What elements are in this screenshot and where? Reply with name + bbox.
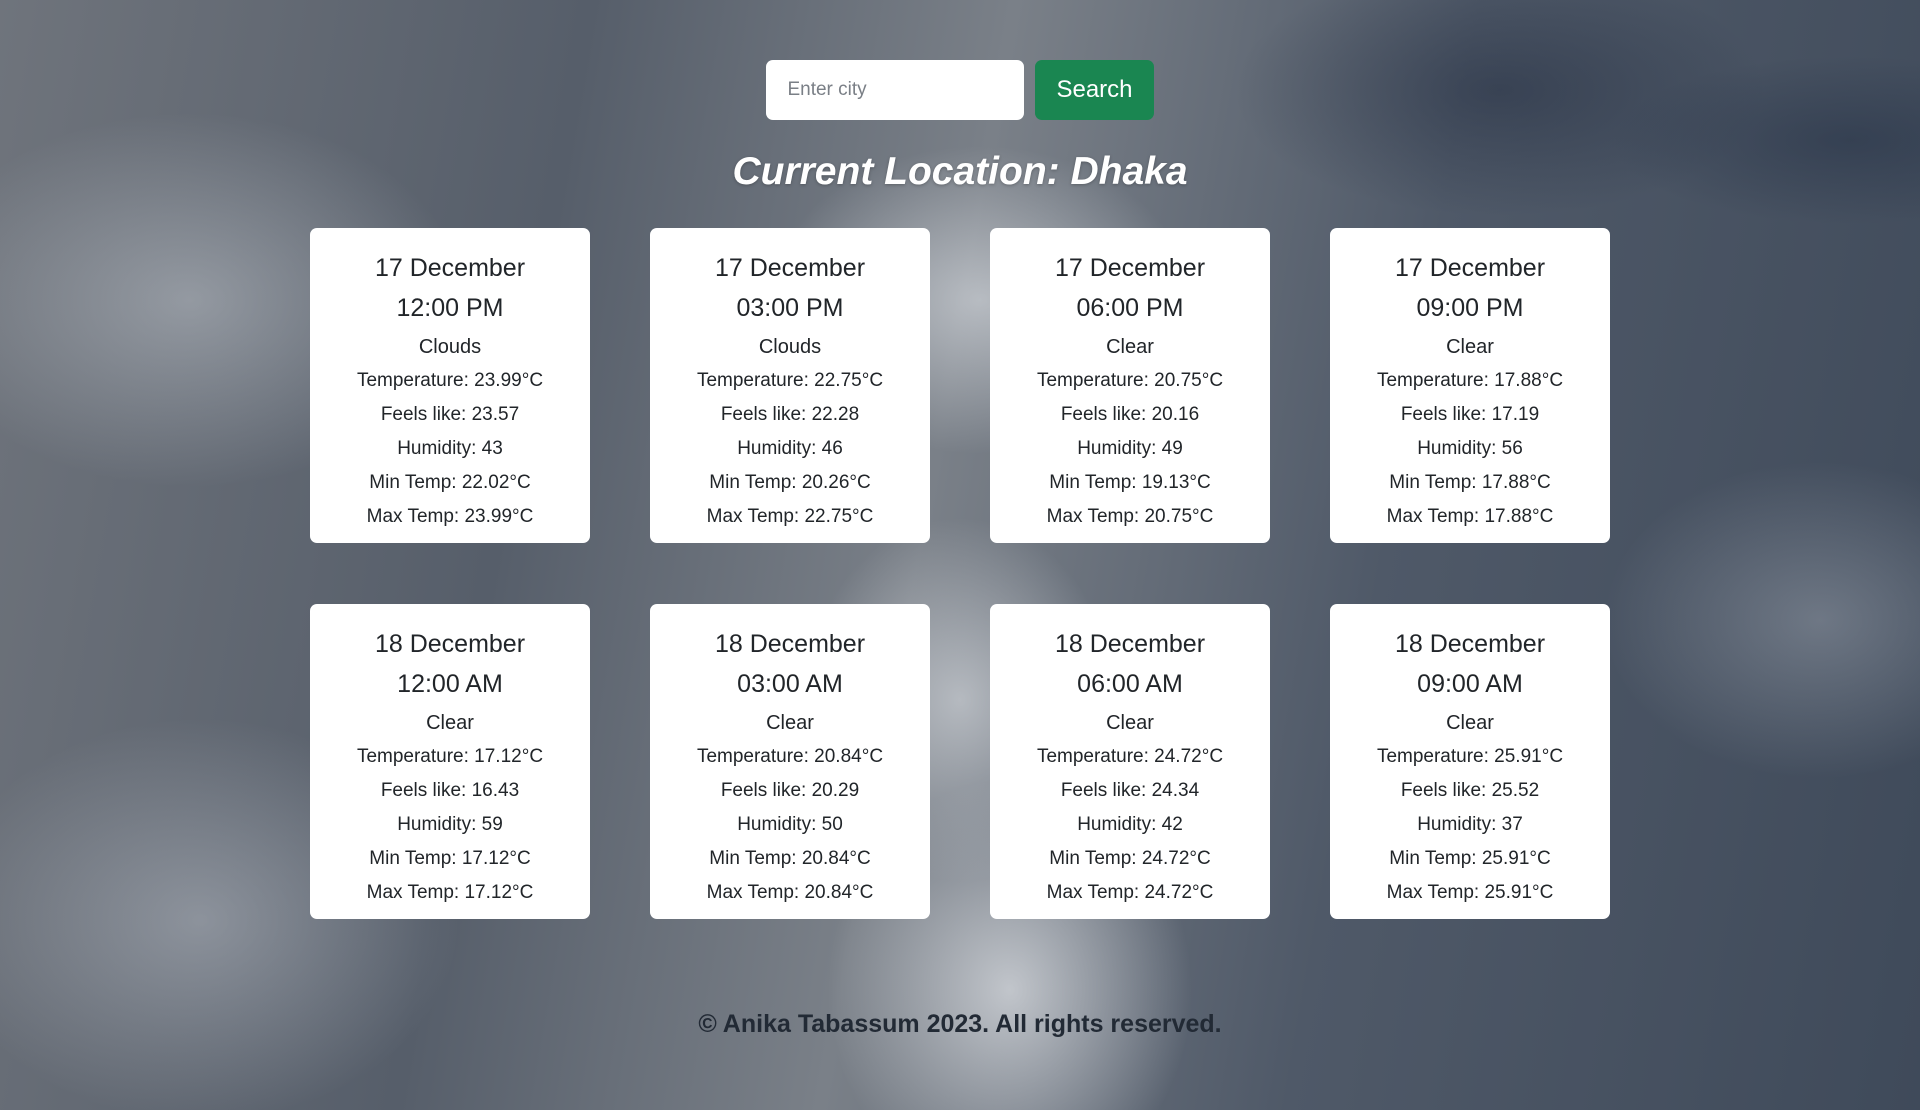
forecast-time: 03:00 PM — [736, 294, 844, 322]
forecast-max-temp: Max Temp: 20.75°C — [1046, 506, 1214, 527]
forecast-time: 12:00 PM — [396, 294, 504, 322]
forecast-card: 18 December 06:00 AM Clear Temperature: … — [990, 604, 1270, 919]
forecast-feels-like: Feels like: 20.16 — [1060, 404, 1200, 425]
forecast-min-temp: Min Temp: 22.02°C — [369, 472, 531, 493]
forecast-condition: Clear — [426, 712, 474, 734]
search-bar: Search — [0, 60, 1920, 120]
forecast-feels-like: Feels like: 17.19 — [1400, 404, 1540, 425]
forecast-humidity: Humidity: 37 — [1417, 814, 1523, 835]
forecast-time: 09:00 PM — [1416, 294, 1524, 322]
forecast-humidity: Humidity: 59 — [397, 814, 503, 835]
forecast-date: 18 December — [1054, 630, 1206, 658]
forecast-date: 17 December — [374, 254, 526, 282]
forecast-date: 18 December — [714, 630, 866, 658]
forecast-min-temp: Min Temp: 24.72°C — [1049, 848, 1211, 869]
forecast-card: 17 December 06:00 PM Clear Temperature: … — [990, 228, 1270, 543]
forecast-max-temp: Max Temp: 24.72°C — [1046, 882, 1214, 903]
forecast-time: 06:00 PM — [1076, 294, 1184, 322]
forecast-min-temp: Min Temp: 20.26°C — [709, 472, 871, 493]
forecast-card: 17 December 09:00 PM Clear Temperature: … — [1330, 228, 1610, 543]
current-location-title: Current Location: Dhaka — [732, 150, 1188, 193]
forecast-time: 03:00 AM — [737, 670, 843, 698]
forecast-feels-like: Feels like: 25.52 — [1400, 780, 1540, 801]
forecast-max-temp: Max Temp: 25.91°C — [1386, 882, 1554, 903]
forecast-condition: Clear — [1446, 336, 1494, 358]
forecast-condition: Clear — [1446, 712, 1494, 734]
forecast-humidity: Humidity: 46 — [737, 438, 843, 459]
forecast-card: 18 December 09:00 AM Clear Temperature: … — [1330, 604, 1610, 919]
forecast-condition: Clouds — [418, 336, 482, 358]
forecast-condition: Clear — [766, 712, 814, 734]
forecast-feels-like: Feels like: 20.29 — [720, 780, 860, 801]
forecast-card: 17 December 12:00 PM Clouds Temperature:… — [310, 228, 590, 543]
forecast-date: 18 December — [374, 630, 526, 658]
forecast-grid: 17 December 12:00 PM Clouds Temperature:… — [310, 228, 1610, 919]
forecast-min-temp: Min Temp: 19.13°C — [1049, 472, 1211, 493]
forecast-date: 18 December — [1394, 630, 1546, 658]
forecast-condition: Clear — [1106, 336, 1154, 358]
forecast-date: 17 December — [1054, 254, 1206, 282]
forecast-time: 06:00 AM — [1077, 670, 1183, 698]
forecast-max-temp: Max Temp: 17.88°C — [1386, 506, 1554, 527]
forecast-feels-like: Feels like: 16.43 — [380, 780, 520, 801]
forecast-temperature: Temperature: 20.84°C — [696, 746, 884, 767]
forecast-time: 09:00 AM — [1417, 670, 1523, 698]
forecast-max-temp: Max Temp: 17.12°C — [366, 882, 534, 903]
forecast-temperature: Temperature: 17.12°C — [356, 746, 544, 767]
forecast-humidity: Humidity: 49 — [1077, 438, 1183, 459]
forecast-max-temp: Max Temp: 23.99°C — [366, 506, 534, 527]
forecast-humidity: Humidity: 50 — [737, 814, 843, 835]
city-search-input[interactable] — [766, 60, 1025, 120]
forecast-min-temp: Min Temp: 25.91°C — [1389, 848, 1551, 869]
forecast-condition: Clear — [1106, 712, 1154, 734]
forecast-humidity: Humidity: 43 — [397, 438, 503, 459]
forecast-time: 12:00 AM — [397, 670, 503, 698]
forecast-humidity: Humidity: 56 — [1417, 438, 1523, 459]
forecast-min-temp: Min Temp: 20.84°C — [709, 848, 871, 869]
forecast-temperature: Temperature: 23.99°C — [356, 370, 544, 391]
forecast-date: 17 December — [1394, 254, 1546, 282]
forecast-date: 17 December — [714, 254, 866, 282]
forecast-min-temp: Min Temp: 17.12°C — [369, 848, 531, 869]
copyright-footer: © Anika Tabassum 2023. All rights reserv… — [698, 1010, 1222, 1038]
forecast-feels-like: Feels like: 22.28 — [720, 404, 860, 425]
search-button[interactable]: Search — [1035, 60, 1154, 120]
forecast-card: 18 December 12:00 AM Clear Temperature: … — [310, 604, 590, 919]
forecast-min-temp: Min Temp: 17.88°C — [1389, 472, 1551, 493]
forecast-card: 18 December 03:00 AM Clear Temperature: … — [650, 604, 930, 919]
forecast-temperature: Temperature: 24.72°C — [1036, 746, 1224, 767]
forecast-feels-like: Feels like: 24.34 — [1060, 780, 1200, 801]
forecast-temperature: Temperature: 20.75°C — [1036, 370, 1224, 391]
forecast-max-temp: Max Temp: 22.75°C — [706, 506, 874, 527]
forecast-feels-like: Feels like: 23.57 — [380, 404, 520, 425]
forecast-card: 17 December 03:00 PM Clouds Temperature:… — [650, 228, 930, 543]
forecast-max-temp: Max Temp: 20.84°C — [706, 882, 874, 903]
forecast-condition: Clouds — [758, 336, 822, 358]
forecast-humidity: Humidity: 42 — [1077, 814, 1183, 835]
forecast-temperature: Temperature: 17.88°C — [1376, 370, 1564, 391]
forecast-temperature: Temperature: 22.75°C — [696, 370, 884, 391]
forecast-temperature: Temperature: 25.91°C — [1376, 746, 1564, 767]
